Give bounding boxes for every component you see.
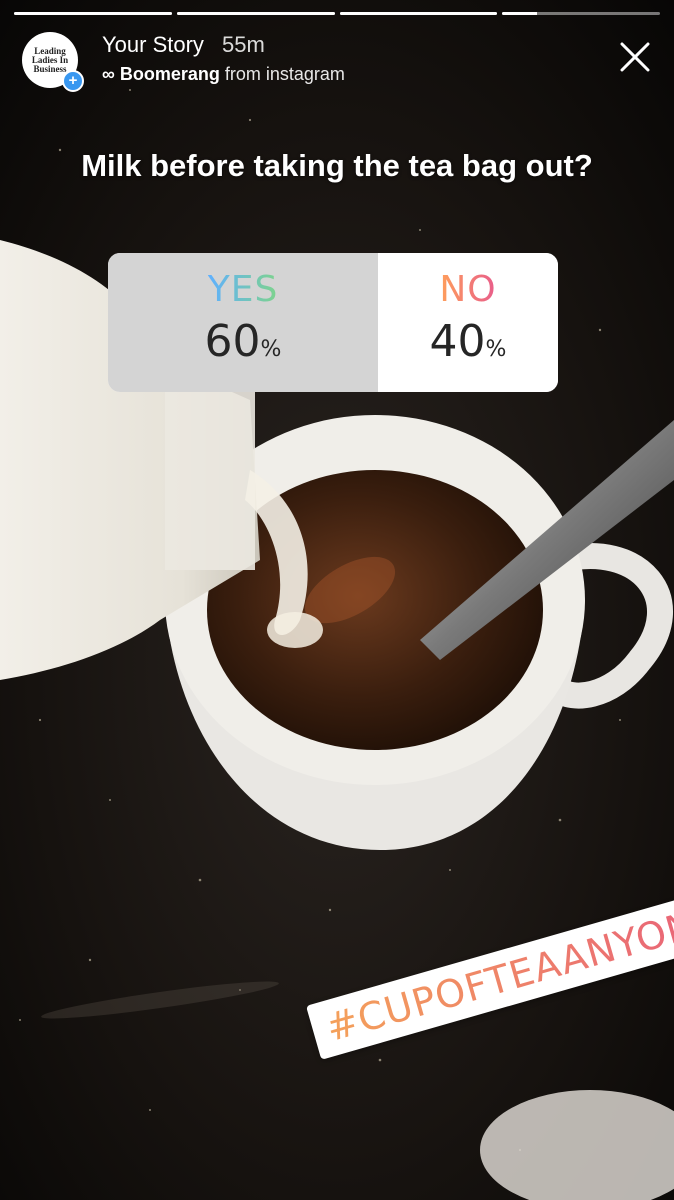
story-header: Leading Ladies In Business + Your Story …: [22, 30, 652, 94]
progress-segment: [14, 12, 172, 15]
source-from-text: from instagram: [224, 64, 345, 84]
poll-option-percent: 60%: [204, 316, 282, 367]
avatar-logo-text: Leading Ladies In Business: [31, 45, 69, 74]
progress-segment: [176, 12, 335, 15]
poll-option-percent: 40%: [429, 316, 507, 367]
poll-option-label: NO: [439, 269, 497, 310]
poll-question: Milk before taking the tea bag out?: [81, 148, 593, 183]
boomerang-icon: ∞: [102, 64, 115, 84]
source-app-name: Boomerang: [119, 64, 220, 84]
progress-segment: [339, 12, 498, 15]
story-title-line: Your Story 55m: [102, 32, 265, 58]
poll-option-no[interactable]: NO 40%: [378, 253, 558, 392]
avatar[interactable]: Leading Ladies In Business +: [22, 32, 84, 92]
progress-segment: [502, 12, 660, 15]
poll-option-yes[interactable]: YES 60%: [108, 253, 378, 392]
story-source-line[interactable]: ∞ Boomerang from instagram: [102, 64, 345, 85]
poll-sticker: YES 60% NO 40%: [108, 253, 558, 392]
story-progress-bar: [14, 12, 660, 16]
story-owner-name[interactable]: Your Story: [102, 32, 204, 57]
poll-option-label: YES: [207, 269, 279, 310]
close-icon[interactable]: [618, 40, 652, 74]
story-timestamp: 55m: [222, 32, 265, 57]
add-story-icon[interactable]: +: [62, 70, 84, 92]
